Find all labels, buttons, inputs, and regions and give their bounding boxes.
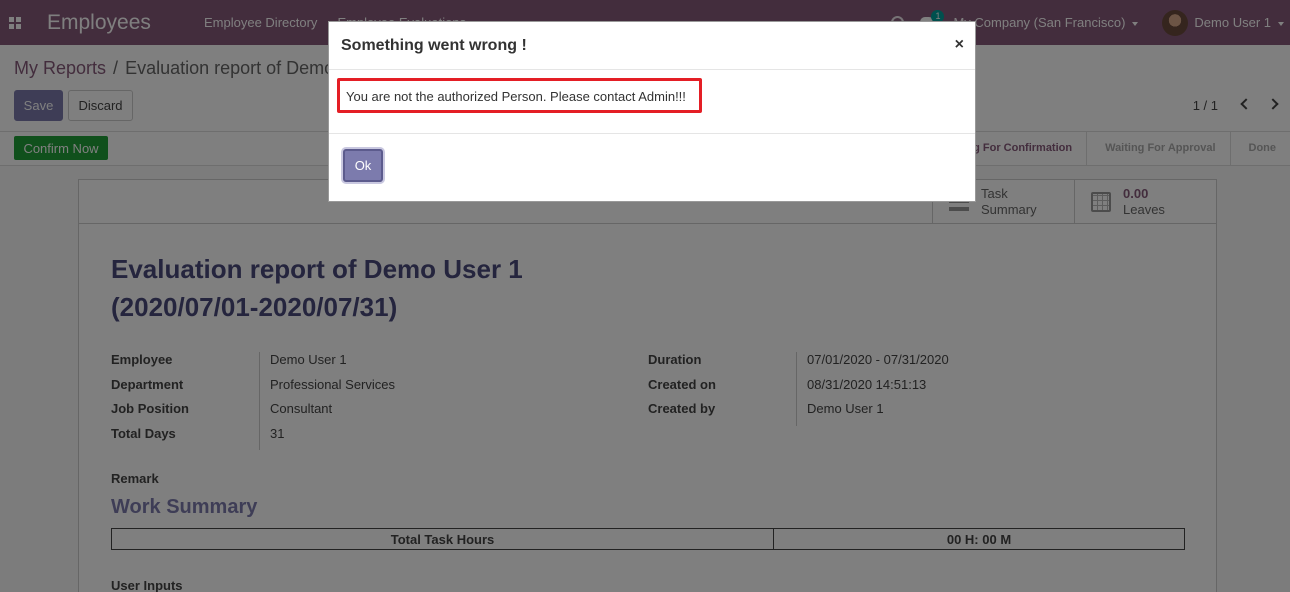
dialog-title: Something went wrong ! bbox=[341, 37, 527, 54]
dialog-footer: Ok bbox=[329, 134, 975, 201]
ok-button[interactable]: Ok bbox=[343, 149, 383, 182]
close-icon[interactable]: × bbox=[955, 36, 964, 54]
dialog-header: Something went wrong ! × bbox=[329, 22, 975, 70]
dialog-body: You are not the authorized Person. Pleas… bbox=[329, 70, 975, 134]
error-message: You are not the authorized Person. Pleas… bbox=[337, 78, 702, 113]
error-dialog: Something went wrong ! × You are not the… bbox=[328, 21, 976, 202]
